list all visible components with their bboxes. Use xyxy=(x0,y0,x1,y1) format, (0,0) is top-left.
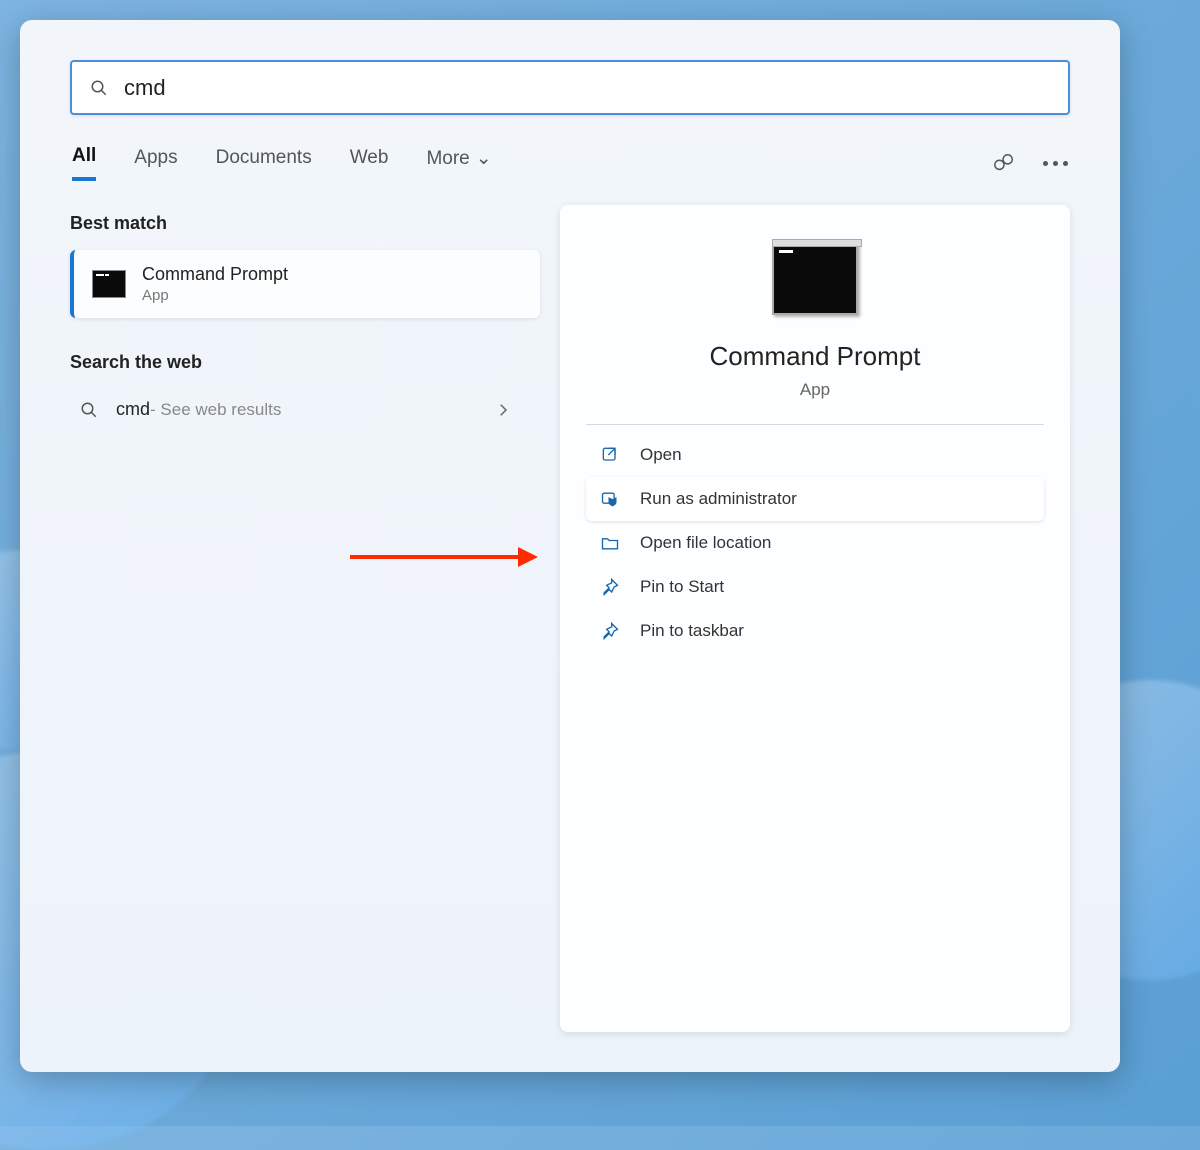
best-match-heading: Best match xyxy=(70,213,540,234)
command-prompt-icon xyxy=(92,270,126,298)
action-open-file-location[interactable]: Open file location xyxy=(586,521,1044,565)
preview-subtitle: App xyxy=(800,380,830,400)
tab-apps[interactable]: Apps xyxy=(134,147,177,179)
folder-icon xyxy=(600,533,620,553)
filter-tabs: All Apps Documents Web More⌄ xyxy=(70,145,1070,181)
divider xyxy=(586,424,1044,425)
search-panel: All Apps Documents Web More⌄ Best match … xyxy=(20,20,1120,1072)
action-open[interactable]: Open xyxy=(586,433,1044,477)
preview-title: Command Prompt xyxy=(710,341,921,372)
web-suffix: - See web results xyxy=(150,400,281,420)
search-icon xyxy=(80,401,98,419)
action-list: Open Run as administrator Open file loca… xyxy=(586,433,1044,653)
action-run-as-administrator[interactable]: Run as administrator xyxy=(586,477,1044,521)
search-icon xyxy=(90,79,108,97)
command-prompt-large-icon xyxy=(772,243,858,315)
preview-pane: Command Prompt App Open Run as administr… xyxy=(560,205,1070,1032)
open-icon xyxy=(600,445,620,465)
chevron-right-icon xyxy=(494,401,512,419)
chevron-down-icon: ⌄ xyxy=(476,148,492,169)
tab-all[interactable]: All xyxy=(72,145,96,181)
search-input-container[interactable] xyxy=(70,60,1070,115)
result-subtitle: App xyxy=(142,287,288,304)
pin-icon xyxy=(600,621,620,641)
admin-shield-icon xyxy=(600,489,620,509)
action-pin-to-taskbar[interactable]: Pin to taskbar xyxy=(586,609,1044,653)
chat-icon[interactable] xyxy=(993,152,1015,174)
tab-more[interactable]: More⌄ xyxy=(426,147,491,180)
web-query: cmd xyxy=(116,399,150,420)
search-input[interactable] xyxy=(124,75,1050,101)
more-options-icon[interactable] xyxy=(1043,161,1068,166)
pin-icon xyxy=(600,577,620,597)
web-section-heading: Search the web xyxy=(70,352,540,373)
best-match-result[interactable]: Command Prompt App xyxy=(70,250,540,318)
action-pin-to-start[interactable]: Pin to Start xyxy=(586,565,1044,609)
web-search-result[interactable]: cmd - See web results xyxy=(70,385,540,434)
result-title: Command Prompt xyxy=(142,264,288,285)
tab-web[interactable]: Web xyxy=(350,147,389,179)
tab-documents[interactable]: Documents xyxy=(216,147,312,179)
